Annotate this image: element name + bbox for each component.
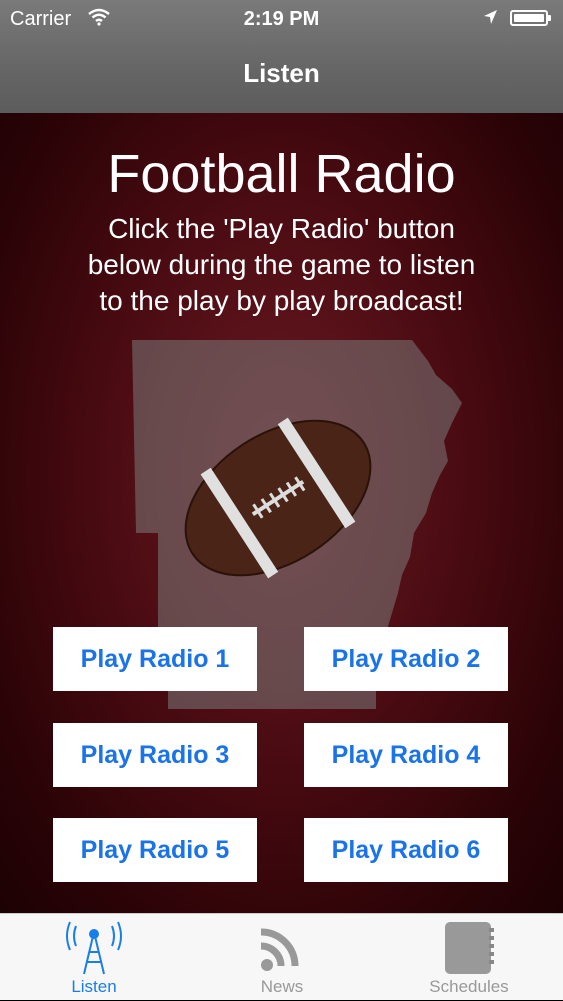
play-radio-1-button[interactable]: Play Radio 1: [53, 627, 257, 691]
rss-feed-icon: [188, 918, 376, 978]
play-radio-3-button[interactable]: Play Radio 3: [53, 723, 257, 787]
tab-news-label: News: [260, 977, 304, 996]
tab-bar: Listen News Schedules: [0, 913, 563, 1000]
battery-icon: [510, 10, 551, 26]
listen-screen: Football Radio Click the 'Play Radio' bu…: [0, 113, 563, 913]
notebook-icon: [375, 918, 563, 978]
tab-news[interactable]: News: [188, 914, 376, 1001]
tab-schedules-label: Schedules: [429, 977, 509, 996]
tab-listen[interactable]: Listen: [0, 914, 188, 1001]
clock-time: 2:19 PM: [243, 8, 320, 30]
page-heading: Football Radio: [107, 144, 456, 204]
page-title: Listen: [243, 58, 320, 88]
radio-tower-icon: [0, 918, 188, 978]
tab-schedules[interactable]: Schedules: [375, 914, 563, 1001]
location-arrow-icon: [482, 8, 498, 32]
play-radio-4-button[interactable]: Play Radio 4: [304, 723, 508, 787]
play-radio-5-button[interactable]: Play Radio 5: [53, 818, 257, 882]
play-radio-6-button[interactable]: Play Radio 6: [304, 818, 508, 882]
status-bar: Carrier 2:19 PM: [0, 0, 563, 38]
instructions-text: Click the 'Play Radio' button below duri…: [87, 213, 476, 316]
tab-listen-label: Listen: [71, 977, 117, 996]
navigation-bar: Carrier 2:19 PM Listen: [0, 0, 563, 113]
play-radio-2-button[interactable]: Play Radio 2: [304, 627, 508, 691]
